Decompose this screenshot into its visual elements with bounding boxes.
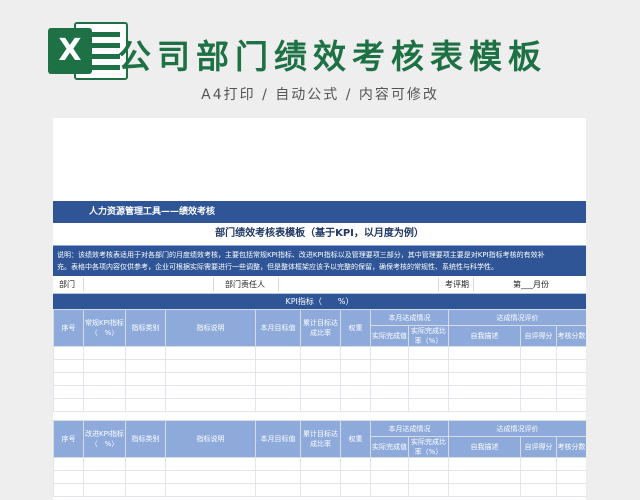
header-status-group: 本月达成情况 bbox=[370, 309, 449, 326]
department-info-row: 部门 部门责任人 考评期 第___月份 bbox=[53, 276, 586, 294]
header-self-desc: 自我描述 bbox=[448, 325, 521, 347]
table-row[interactable] bbox=[53, 346, 586, 360]
header-actual: 实际完成值 bbox=[370, 436, 409, 458]
header-score: 考核分数 bbox=[555, 325, 586, 347]
header-weight: 权重 bbox=[340, 420, 371, 458]
sheet-blank-area bbox=[53, 118, 586, 201]
header-seq: 序号 bbox=[53, 420, 84, 458]
header-regular-kpi: 常规KPI指标（ %） bbox=[83, 309, 126, 347]
table-row[interactable] bbox=[53, 483, 586, 497]
period-label: 考评期 bbox=[445, 280, 469, 289]
kpi-section-bar: KPI指标（ %） bbox=[53, 294, 586, 309]
section-spacer bbox=[53, 412, 586, 420]
table-row[interactable] bbox=[53, 372, 586, 386]
header-self-score: 自评得分 bbox=[520, 325, 557, 347]
description-line-2: 充。表格中各项内容仅供参考，企业可根据实际需要进行一些调整，但是整体框架应该予以… bbox=[57, 263, 498, 271]
header-explain: 指标说明 bbox=[165, 309, 256, 347]
header-improve-kpi: 改进KPI指标（ %） bbox=[83, 420, 126, 458]
header-self-score: 自评得分 bbox=[520, 436, 557, 458]
regular-kpi-table: 序号 常规KPI指标（ %） 指标类别 指标说明 本月目标值 累计目标达成比率 … bbox=[53, 309, 586, 412]
department-label: 部门 bbox=[59, 280, 75, 289]
header-cumulative: 累计目标达成比率 bbox=[300, 420, 341, 458]
template-banner: X 公司部门绩效考核表模板 A4打印 / 自动公式 / 内容可修改 bbox=[0, 0, 640, 118]
header-actual-rate: 实际完成比率（%） bbox=[408, 325, 449, 347]
spreadsheet-preview: 人力资源管理工具——绩效考核 部门绩效考核表模板（基于KPI，以月度为例） 说明… bbox=[53, 118, 586, 500]
manager-label: 部门责任人 bbox=[225, 280, 265, 289]
header-target: 本月目标值 bbox=[255, 420, 301, 458]
header-actual-rate: 实际完成比率（%） bbox=[408, 436, 449, 458]
header-score: 考核分数 bbox=[555, 436, 586, 458]
header-self-desc: 自我描述 bbox=[448, 436, 521, 458]
header-eval-group: 达成情况评价 bbox=[447, 420, 586, 437]
table-row[interactable] bbox=[53, 359, 586, 373]
description-block: 说明：该绩效考核表适用于对各部门的月度绩效考核，主要包括常规KPI指标、改进KP… bbox=[53, 246, 586, 276]
table-row[interactable] bbox=[53, 398, 586, 412]
table-row[interactable] bbox=[53, 385, 586, 399]
improve-kpi-table: 序号 改进KPI指标（ %） 指标类别 指标说明 本月目标值 累计目标达成比率 … bbox=[53, 420, 586, 497]
header-eval-group: 达成情况评价 bbox=[447, 309, 586, 326]
excel-logo-letter: X bbox=[48, 28, 92, 74]
tool-title-bar: 人力资源管理工具——绩效考核 bbox=[53, 201, 586, 223]
header-cumulative: 累计目标达成比率 bbox=[300, 309, 341, 347]
sheet-title: 部门绩效考核表模板（基于KPI，以月度为例） bbox=[53, 223, 586, 246]
header-weight: 权重 bbox=[340, 309, 371, 347]
header-target: 本月目标值 bbox=[255, 309, 301, 347]
header-explain: 指标说明 bbox=[165, 420, 256, 458]
header-seq: 序号 bbox=[53, 309, 84, 347]
header-category: 指标类别 bbox=[125, 420, 166, 458]
banner-title: 公司部门绩效考核表模板 bbox=[118, 37, 547, 76]
excel-icon: X bbox=[48, 20, 128, 82]
header-status-group: 本月达成情况 bbox=[370, 420, 449, 437]
month-label: 第___月份 bbox=[513, 280, 549, 289]
table-row[interactable] bbox=[53, 457, 586, 471]
description-line-1: 说明：该绩效考核表适用于对各部门的月度绩效考核，主要包括常规KPI指标、改进KP… bbox=[57, 251, 545, 259]
banner-subtitle: A4打印 / 自动公式 / 内容可修改 bbox=[201, 87, 439, 103]
header-category: 指标类别 bbox=[125, 309, 166, 347]
table-row[interactable] bbox=[53, 470, 586, 484]
header-actual: 实际完成值 bbox=[370, 325, 409, 347]
